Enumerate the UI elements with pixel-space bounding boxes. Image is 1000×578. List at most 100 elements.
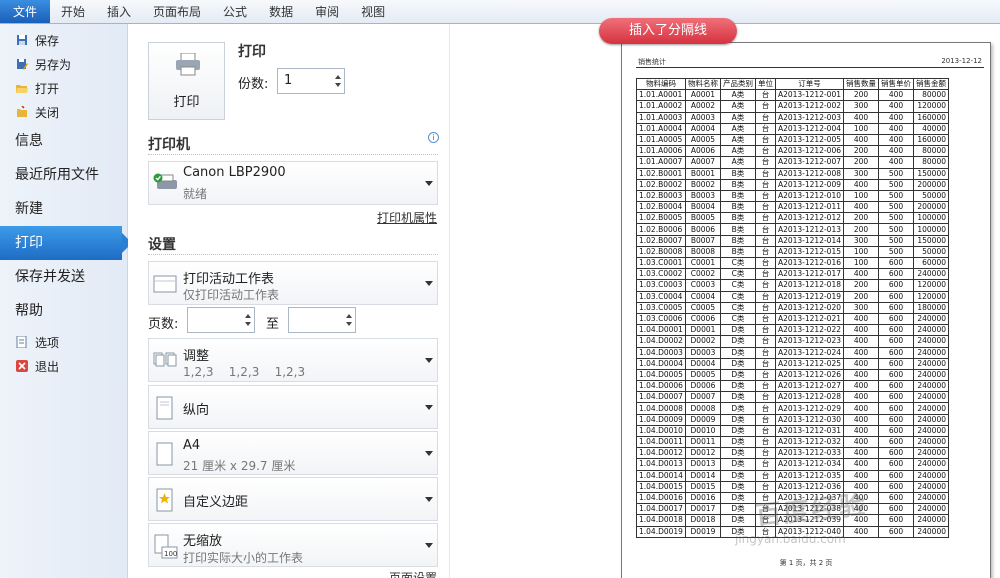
table-cell: 台 (754, 458, 776, 471)
table-cell: 600 (878, 447, 914, 460)
orientation-dropdown[interactable]: 纵向 (148, 385, 438, 429)
pages-to-spinner[interactable] (288, 307, 356, 333)
table-cell: 600 (878, 402, 914, 415)
print-scope-sub: 仅打印活动工作表 (183, 288, 280, 302)
table-cell: A2013-1212-010 (774, 189, 845, 203)
table-cell: A2013-1212-004 (774, 122, 845, 135)
table-cell: B0003 (684, 189, 721, 203)
table-cell: 1.02.B0001 (636, 167, 686, 180)
table-row: 1.02.B0005 B0005 B类台 A2013-1212-012 200 500 10… (636, 212, 949, 225)
table-cell: D类 (719, 480, 756, 493)
copies-spinner[interactable]: 1 (277, 68, 345, 94)
table-cell: 240000 (913, 435, 949, 449)
nav-item-options[interactable]: 选项 (0, 330, 127, 354)
table-cell: D类 (719, 514, 756, 527)
info-icon[interactable]: i (428, 132, 439, 143)
table-cell: B0008 (684, 245, 721, 259)
table-cell: D类 (719, 346, 756, 359)
spin-down-icon[interactable] (335, 83, 341, 87)
table-cell: 台 (754, 212, 776, 225)
table-cell: A2013-1212-009 (774, 178, 845, 191)
tab-home[interactable]: 开始 (50, 0, 96, 23)
table-cell: 台 (754, 380, 776, 393)
spin-up-icon[interactable] (245, 314, 251, 318)
table-header-row: 物料编码 物料名称 产品类别 单位 订单号 销售数量 销售单价 销售金额 (636, 77, 949, 91)
table-cell: 240000 (913, 413, 949, 426)
tab-data[interactable]: 数据 (258, 0, 304, 23)
nav-item-close[interactable]: 关闭 (0, 100, 127, 124)
nav-item-new[interactable]: 新建 (0, 192, 127, 226)
printer-properties-link[interactable]: 打印机属性 (377, 209, 437, 226)
table-cell: 180000 (913, 301, 949, 314)
table-cell: A类 (719, 89, 756, 102)
table-row: 1.04.D0006 D0006 D类台 A2013-1212-027 400 600 24… (636, 380, 949, 393)
table-cell: A2013-1212-013 (774, 223, 845, 236)
pages-from-spinner[interactable] (187, 307, 255, 333)
tab-file[interactable]: 文件 (0, 0, 50, 23)
scaling-dropdown[interactable]: 100 无缩放 打印实际大小的工作表 (148, 523, 438, 567)
tab-insert[interactable]: 插入 (96, 0, 142, 23)
tab-page-layout[interactable]: 页面布局 (142, 0, 212, 23)
nav-item-save-send[interactable]: 保存并发送 (0, 260, 127, 294)
print-button-label: 打印 (173, 95, 200, 110)
table-cell: 300 (843, 301, 879, 314)
paper-size-dropdown[interactable]: A4 21 厘米 x 29.7 厘米 (148, 431, 438, 475)
tab-formulas[interactable]: 公式 (212, 0, 258, 23)
nav-item-save[interactable]: 保存 (0, 28, 127, 52)
spin-up-icon[interactable] (346, 314, 352, 318)
print-scope-dropdown[interactable]: 打印活动工作表 仅打印活动工作表 (148, 261, 438, 305)
table-cell: 160000 (913, 111, 949, 124)
tab-review[interactable]: 审阅 (304, 0, 350, 23)
nav-item-save-as[interactable]: 另存为 (0, 52, 127, 76)
nav-item-label: 退出 (35, 359, 60, 374)
table-cell: B0001 (684, 167, 721, 180)
nav-item-print[interactable]: 打印 (0, 226, 132, 260)
table-cell: A类 (719, 133, 756, 147)
table-cell: 400 (843, 178, 879, 191)
table-cell: 240000 (913, 357, 949, 370)
collate-dropdown[interactable]: 调整 1,2,3 1,2,3 1,2,3 (148, 338, 438, 382)
table-cell: 台 (754, 290, 776, 303)
table-cell: 台 (754, 201, 776, 214)
table-cell: 台 (754, 312, 776, 326)
orientation-main: 纵向 (183, 403, 210, 418)
table-cell: 台 (754, 133, 776, 147)
table-cell: D类 (719, 391, 756, 404)
table-cell: C类 (719, 312, 756, 326)
table-cell: A2013-1212-006 (774, 145, 845, 158)
table-row: 1.01.A0003 A0003 A类台 A2013-1212-003 400 400 16… (636, 111, 949, 124)
table-cell: 1.02.B0005 (636, 212, 686, 225)
tab-view[interactable]: 视图 (350, 0, 396, 23)
spin-down-icon[interactable] (346, 322, 352, 326)
table-cell: 1.04.D0009 (636, 413, 686, 426)
table-cell: 120000 (913, 100, 949, 113)
table-cell: C0003 (684, 279, 721, 292)
printer-dropdown[interactable]: Canon LBP2900 就绪 (148, 161, 438, 205)
print-button[interactable]: 打印 (148, 42, 225, 120)
page-setup-link[interactable]: 页面设置 (389, 569, 437, 578)
table-cell: D0004 (684, 357, 721, 370)
nav-item-recent[interactable]: 最近所用文件 (0, 158, 127, 192)
table-cell: 台 (754, 335, 776, 348)
table-cell: 1.01.A0006 (636, 145, 686, 158)
nav-item-exit[interactable]: 退出 (0, 354, 127, 378)
table-cell: D0017 (684, 503, 721, 516)
nav-item-open[interactable]: 打开 (0, 76, 127, 100)
table-header-cell: 产品类别 (719, 77, 756, 91)
table-cell: B0006 (684, 223, 721, 236)
table-cell: 240000 (913, 312, 949, 326)
table-cell: B0007 (684, 234, 721, 247)
table-cell: D0007 (684, 391, 721, 404)
table-header-cell: 销售数量 (843, 77, 879, 91)
annotation-callout: 插入了分隔线 (599, 18, 737, 44)
table-cell: 200 (843, 212, 879, 225)
nav-item-help[interactable]: 帮助 (0, 294, 127, 328)
spin-up-icon[interactable] (335, 75, 341, 79)
table-cell: 400 (843, 324, 879, 337)
table-cell: 300 (843, 234, 879, 247)
margins-dropdown[interactable]: 自定义边距 (148, 477, 438, 521)
spin-down-icon[interactable] (245, 322, 251, 326)
printer-section-title: 打印机 (148, 137, 190, 153)
margins-icon (153, 488, 177, 512)
nav-item-info[interactable]: 信息 (0, 124, 127, 158)
